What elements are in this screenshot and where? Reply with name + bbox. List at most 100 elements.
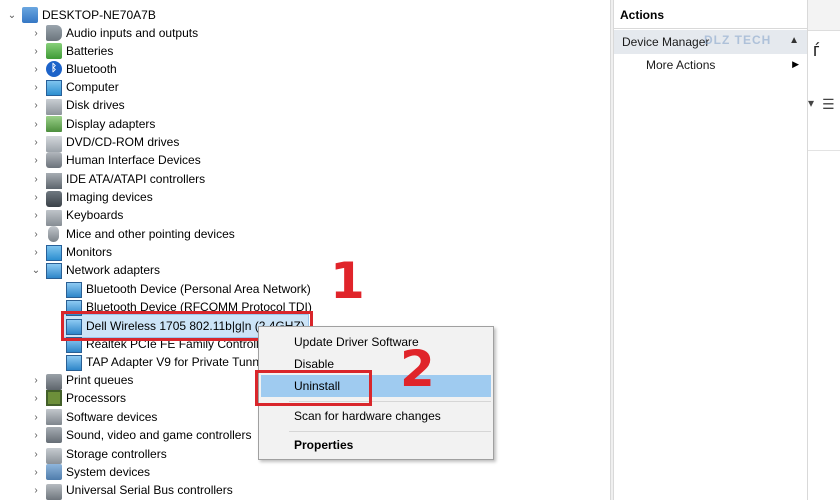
watermark-logo: DLZ TECH: [704, 33, 772, 47]
annotation-box-step2: [255, 370, 372, 406]
menu-item-label: Scan for hardware changes: [294, 409, 441, 423]
chevron-right-icon[interactable]: ›: [30, 466, 42, 478]
menu-item-update-driver[interactable]: Update Driver Software: [261, 331, 491, 353]
menu-separator: [289, 431, 491, 432]
network-child-bt-pan[interactable]: Bluetooth Device (Personal Area Network): [66, 280, 311, 298]
chevron-down-icon[interactable]: ⌄: [30, 264, 42, 276]
tree-item-storage[interactable]: › Storage controllers: [30, 445, 167, 464]
battery-icon: [46, 43, 62, 59]
tree-item-label: Batteries: [66, 44, 114, 58]
chevron-right-icon[interactable]: ›: [30, 136, 42, 148]
network-adapter-icon: [46, 263, 62, 279]
tree-item-batteries[interactable]: › Batteries: [30, 42, 113, 60]
chevron-up-icon[interactable]: ▲: [789, 35, 799, 46]
chevron-right-icon[interactable]: ›: [30, 81, 42, 93]
side-panel-header: [808, 0, 840, 31]
tree-item-print-queues[interactable]: › Print queues: [30, 371, 133, 390]
tree-item-system-devices[interactable]: › System devices: [30, 463, 150, 481]
sound-icon: [46, 427, 62, 443]
tree-root[interactable]: ⌄ DESKTOP-NE70A7B: [6, 6, 156, 24]
list-icon[interactable]: ☰: [822, 96, 835, 113]
tree-item-label: Display adapters: [66, 117, 156, 131]
chevron-right-icon[interactable]: ›: [30, 27, 42, 39]
chevron-right-icon[interactable]: ›: [30, 448, 42, 460]
tree-item-label: Keyboards: [66, 208, 124, 222]
processor-icon: [46, 390, 62, 406]
annotation-step2-number: 2: [400, 340, 435, 398]
dropdown-arrow-icon[interactable]: ▾: [808, 96, 814, 110]
tree-item-dvd[interactable]: › DVD/CD-ROM drives: [30, 133, 179, 152]
bluetooth-icon: ᛒ: [46, 61, 62, 77]
printer-icon: [46, 373, 62, 390]
chevron-right-icon[interactable]: ›: [30, 429, 42, 441]
chevron-right-icon[interactable]: ›: [30, 45, 42, 57]
toolbar-glyph-icon: ѓ: [813, 40, 820, 60]
tree-item-label: Software devices: [66, 410, 158, 424]
storage-icon: [46, 447, 62, 464]
tree-item-label: TAP Adapter V9 for Private Tunn: [86, 355, 259, 369]
device-manager-label: Device Manager: [622, 35, 710, 49]
divider: [808, 150, 840, 151]
chevron-right-icon[interactable]: ›: [30, 173, 42, 185]
tree-item-label: Storage controllers: [66, 447, 167, 461]
tree-item-label: Mice and other pointing devices: [66, 227, 235, 241]
tree-item-hid[interactable]: › Human Interface Devices: [30, 151, 201, 169]
monitor-icon: [46, 80, 62, 96]
tree-item-network-adapters[interactable]: ⌄ Network adapters: [30, 261, 160, 279]
tree-item-label: Processors: [66, 391, 127, 405]
tree-item-bluetooth[interactable]: › ᛒ Bluetooth: [30, 60, 117, 78]
tree-item-software-devices[interactable]: › Software devices: [30, 408, 157, 426]
tree-item-label: Disk drives: [66, 98, 125, 112]
tree-item-label: Bluetooth: [66, 62, 117, 76]
chevron-right-icon[interactable]: ›: [30, 228, 42, 240]
chevron-right-icon[interactable]: ›: [30, 374, 42, 386]
chevron-right-icon[interactable]: ›: [30, 411, 42, 423]
actions-title: Actions: [620, 8, 665, 22]
chevron-right-icon[interactable]: ›: [30, 392, 42, 404]
tree-item-imaging[interactable]: › Imaging devices: [30, 188, 153, 207]
menu-item-label: Properties: [294, 438, 354, 452]
tree-item-keyboards[interactable]: › Keyboards: [30, 206, 124, 226]
tree-item-monitors[interactable]: › Monitors: [30, 243, 112, 261]
tree-item-label: Network adapters: [66, 263, 161, 277]
chevron-right-icon[interactable]: ›: [30, 191, 42, 203]
usb-icon: [46, 484, 62, 500]
tree-item-disk-drives[interactable]: › Disk drives: [30, 96, 125, 115]
tree-item-mice[interactable]: › Mice and other pointing devices: [30, 225, 235, 243]
camera-icon: [46, 190, 62, 207]
chevron-right-icon[interactable]: ›: [30, 99, 42, 111]
tree-item-display-adapters[interactable]: › Display adapters: [30, 115, 155, 133]
more-actions-link[interactable]: More Actions: [646, 58, 715, 72]
tree-item-sound[interactable]: › Sound, video and game controllers: [30, 426, 251, 444]
tree-item-label: System devices: [66, 465, 151, 479]
chevron-right-icon[interactable]: ›: [30, 118, 42, 130]
actions-pane: Actions Device Manager ▲ DLZ TECH More A…: [614, 0, 808, 500]
hid-icon: [46, 152, 62, 168]
tree-item-usb[interactable]: › Universal Serial Bus controllers: [30, 481, 233, 500]
menu-item-properties[interactable]: Properties: [261, 434, 491, 456]
tree-item-label: Bluetooth Device (Personal Area Network): [86, 282, 311, 296]
network-child-tap[interactable]: TAP Adapter V9 for Private Tunn: [66, 353, 259, 371]
tree-item-label: Sound, video and game controllers: [66, 428, 252, 442]
chevron-down-icon[interactable]: ⌄: [6, 9, 18, 21]
display-adapter-icon: [46, 116, 62, 132]
chevron-right-icon[interactable]: ›: [30, 154, 42, 166]
side-panel: [808, 0, 840, 500]
tree-item-label: Monitors: [66, 245, 113, 259]
tree-item-computer[interactable]: › Computer: [30, 78, 119, 96]
chevron-right-icon[interactable]: ›: [30, 484, 42, 496]
chevron-right-icon[interactable]: ›: [30, 246, 42, 258]
monitor-icon: [46, 245, 62, 261]
tree-item-audio[interactable]: › Audio inputs and outputs: [30, 24, 198, 42]
tree-item-ide[interactable]: › IDE ATA/ATAPI controllers: [30, 170, 205, 189]
speaker-icon: [46, 25, 62, 41]
chevron-right-icon[interactable]: ›: [30, 209, 42, 221]
mouse-icon: [48, 226, 59, 242]
chevron-right-icon[interactable]: ›: [30, 63, 42, 75]
tree-item-label: Audio inputs and outputs: [66, 26, 199, 40]
ide-controller-icon: [46, 173, 62, 189]
tree-item-processors[interactable]: › Processors: [30, 389, 126, 407]
divider: [614, 28, 807, 29]
disk-drive-icon: [46, 99, 62, 115]
menu-item-scan[interactable]: Scan for hardware changes: [261, 405, 491, 427]
